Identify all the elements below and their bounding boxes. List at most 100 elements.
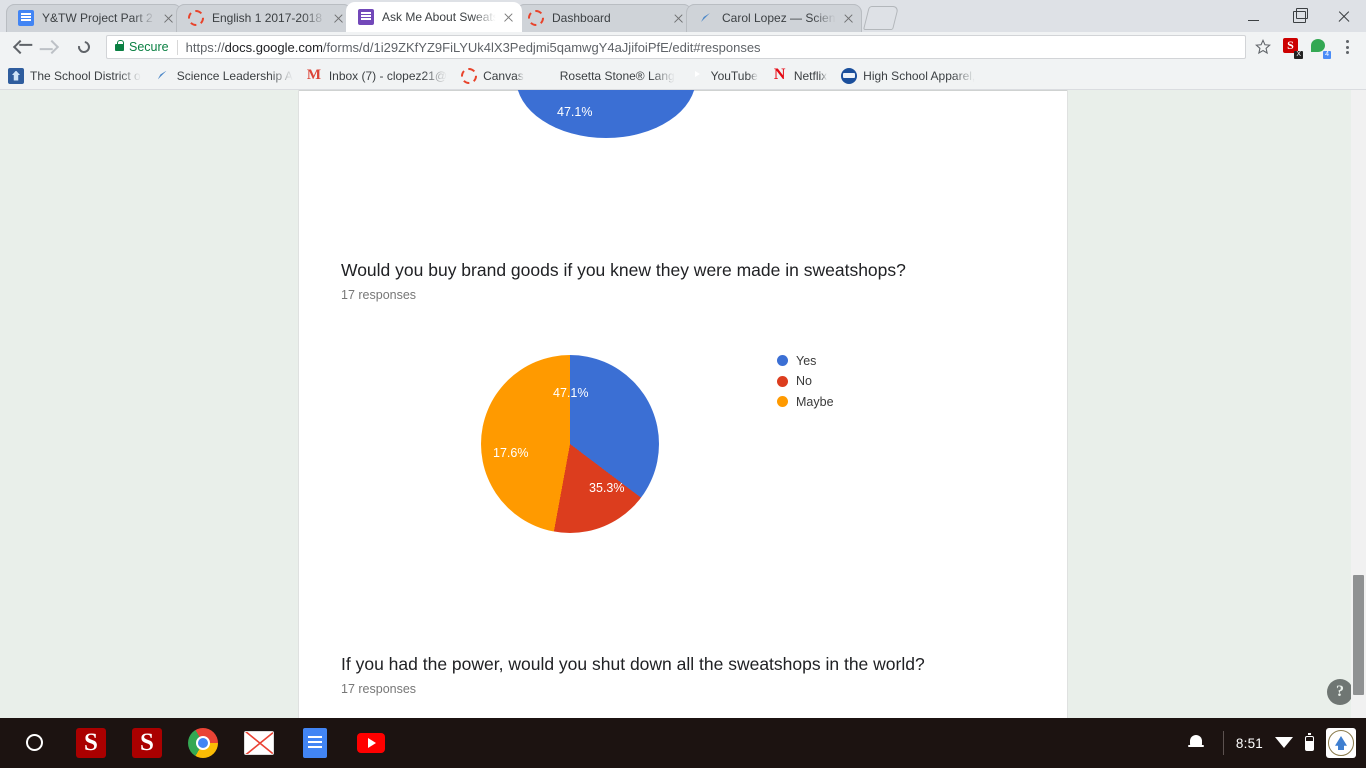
close-window-button[interactable] xyxy=(1321,0,1366,32)
url-protocol: https:// xyxy=(185,39,225,55)
smart-notebook-app-1[interactable]: S xyxy=(74,726,108,760)
three-dot-menu-icon[interactable] xyxy=(1334,34,1360,60)
battery-icon[interactable] xyxy=(1305,733,1314,751)
pie-label-yes: 35.3% xyxy=(589,481,625,495)
browser-tab-1[interactable]: English 1 2017-2018 xyxy=(176,4,352,32)
gmail-icon xyxy=(307,67,323,84)
bookmarks-bar: The School District o Science Leadership… xyxy=(0,62,1366,90)
extension-s-badge: X xyxy=(1294,51,1303,59)
bookmark-label: High School Apparel, xyxy=(863,68,976,83)
smart-notebook-app-2[interactable]: S xyxy=(130,726,164,760)
bookmark-canvas[interactable]: Canvas xyxy=(461,67,524,84)
browser-toolbar: Secure https://docs.google.com/forms/d/1… xyxy=(0,32,1366,62)
bookmark-netflix[interactable]: Netflix xyxy=(772,66,827,84)
url-domain: docs.google.com xyxy=(224,39,323,55)
gmail-app[interactable] xyxy=(242,726,276,760)
question-response-count: 17 responses xyxy=(341,682,417,696)
bookmark-label: Inbox (7) - clopez21@ xyxy=(328,68,448,83)
pie-graphic: 35.3% 17.6% 47.1% xyxy=(481,355,659,533)
youtube-icon xyxy=(357,733,385,753)
page-viewport: 47.1% Would you buy brand goods if you k… xyxy=(0,90,1366,718)
google-docs-icon xyxy=(18,10,34,26)
scrollbar-thumb[interactable] xyxy=(1353,575,1364,695)
tab-close-icon[interactable] xyxy=(328,8,348,28)
chrome-app[interactable] xyxy=(186,726,220,760)
reload-icon xyxy=(75,38,93,56)
help-button[interactable]: ? xyxy=(1327,679,1353,705)
extension-bubble-badge: 4 xyxy=(1323,51,1331,59)
youtube-app[interactable] xyxy=(354,726,388,760)
bookmark-youtube[interactable]: YouTube xyxy=(689,68,758,84)
browser-tab-0[interactable]: Y&TW Project Part 2 - Go xyxy=(6,4,182,32)
question-block-1: Would you buy brand goods if you knew th… xyxy=(341,258,1041,302)
previous-question-chart-clipped: 47.1% xyxy=(299,90,1067,138)
smart-icon: S xyxy=(76,728,106,758)
url-path: /forms/d/1i29ZKfYZ9FiLYUk4lX3Pedjmi5qamw… xyxy=(322,39,761,55)
bookmark-label: Science Leadership A xyxy=(176,68,293,83)
forms-responses-card: 47.1% Would you buy brand goods if you k… xyxy=(298,90,1068,718)
legend-item-no[interactable]: No xyxy=(777,372,834,391)
user-avatar[interactable] xyxy=(1326,728,1356,758)
avatar-ring xyxy=(1328,730,1354,756)
bookmark-high-school-apparel[interactable]: High School Apparel, xyxy=(841,67,976,84)
extension-smart-icon[interactable]: S X xyxy=(1278,34,1304,60)
reload-button[interactable] xyxy=(70,33,98,61)
omnibox-divider xyxy=(176,39,178,55)
pie-chart: 35.3% 17.6% 47.1% Yes No Maybe xyxy=(439,345,1039,575)
forward-arrow-icon xyxy=(44,39,60,55)
taskbar: S S 8:51 xyxy=(0,718,1366,768)
window-controls xyxy=(1231,0,1366,32)
security-label: Secure xyxy=(129,40,169,54)
new-tab-button[interactable] xyxy=(863,6,899,30)
browser-tab-3[interactable]: Dashboard xyxy=(516,4,692,32)
legend-item-maybe[interactable]: Maybe xyxy=(777,392,834,411)
back-arrow-icon xyxy=(12,39,28,55)
legend-item-yes[interactable]: Yes xyxy=(777,351,834,370)
lock-icon xyxy=(115,39,124,51)
science-leadership-icon xyxy=(155,68,171,84)
bookmark-star-icon[interactable] xyxy=(1250,34,1276,60)
tab-close-icon[interactable] xyxy=(158,8,178,28)
launcher-button[interactable] xyxy=(18,726,52,760)
tab-title: English 1 2017-2018 xyxy=(212,11,323,25)
school-district-icon xyxy=(8,67,24,84)
pie-label-no: 17.6% xyxy=(493,446,529,460)
page-scrollbar[interactable] xyxy=(1351,90,1366,718)
minimize-button[interactable] xyxy=(1231,0,1276,32)
browser-tab-4[interactable]: Carol Lopez — Science L xyxy=(686,4,862,32)
notification-bell-icon[interactable] xyxy=(1181,728,1211,758)
google-docs-app[interactable] xyxy=(298,726,332,760)
pie-label-maybe: 47.1% xyxy=(553,386,589,400)
back-button[interactable] xyxy=(6,33,34,61)
tab-title: Dashboard xyxy=(552,11,611,25)
tab-close-icon[interactable] xyxy=(498,7,518,27)
tab-close-icon[interactable] xyxy=(668,8,688,28)
question-response-count: 17 responses xyxy=(341,288,417,302)
tab-title: Y&TW Project Part 2 - Go xyxy=(42,11,158,25)
tab-strip: Y&TW Project Part 2 - Go English 1 2017-… xyxy=(0,0,1366,32)
wifi-icon[interactable] xyxy=(1275,736,1293,750)
tray-divider xyxy=(1222,731,1224,755)
browser-window: Y&TW Project Part 2 - Go English 1 2017-… xyxy=(0,0,1366,718)
clock[interactable]: 8:51 xyxy=(1236,736,1263,751)
netflix-icon xyxy=(772,66,788,84)
bookmark-school-district[interactable]: The School District o xyxy=(8,67,141,84)
bookmark-label: YouTube xyxy=(710,68,758,83)
bookmark-rosetta-stone[interactable]: Rosetta Stone® Lang xyxy=(538,68,675,84)
tab-title: Ask Me About Sweatsho xyxy=(382,10,498,24)
google-forms-icon xyxy=(358,9,374,25)
google-docs-icon xyxy=(303,728,327,758)
legend-label: Maybe xyxy=(796,394,834,409)
gmail-icon xyxy=(244,731,274,755)
extension-bubble-icon[interactable]: 4 xyxy=(1306,34,1332,60)
forward-button[interactable] xyxy=(38,33,66,61)
tab-close-icon[interactable] xyxy=(838,8,858,28)
maximize-button[interactable] xyxy=(1276,0,1321,32)
browser-tab-2-active[interactable]: Ask Me About Sweatsho xyxy=(346,2,522,32)
bookmark-inbox[interactable]: Inbox (7) - clopez21@ xyxy=(307,67,448,84)
taskbar-app-icons: S S xyxy=(10,726,388,760)
chart-legend: Yes No Maybe xyxy=(777,351,834,413)
bookmark-science-leadership[interactable]: Science Leadership A xyxy=(155,68,293,84)
address-bar[interactable]: Secure https://docs.google.com/forms/d/1… xyxy=(106,35,1246,59)
question-title: If you had the power, would you shut dow… xyxy=(341,654,925,674)
